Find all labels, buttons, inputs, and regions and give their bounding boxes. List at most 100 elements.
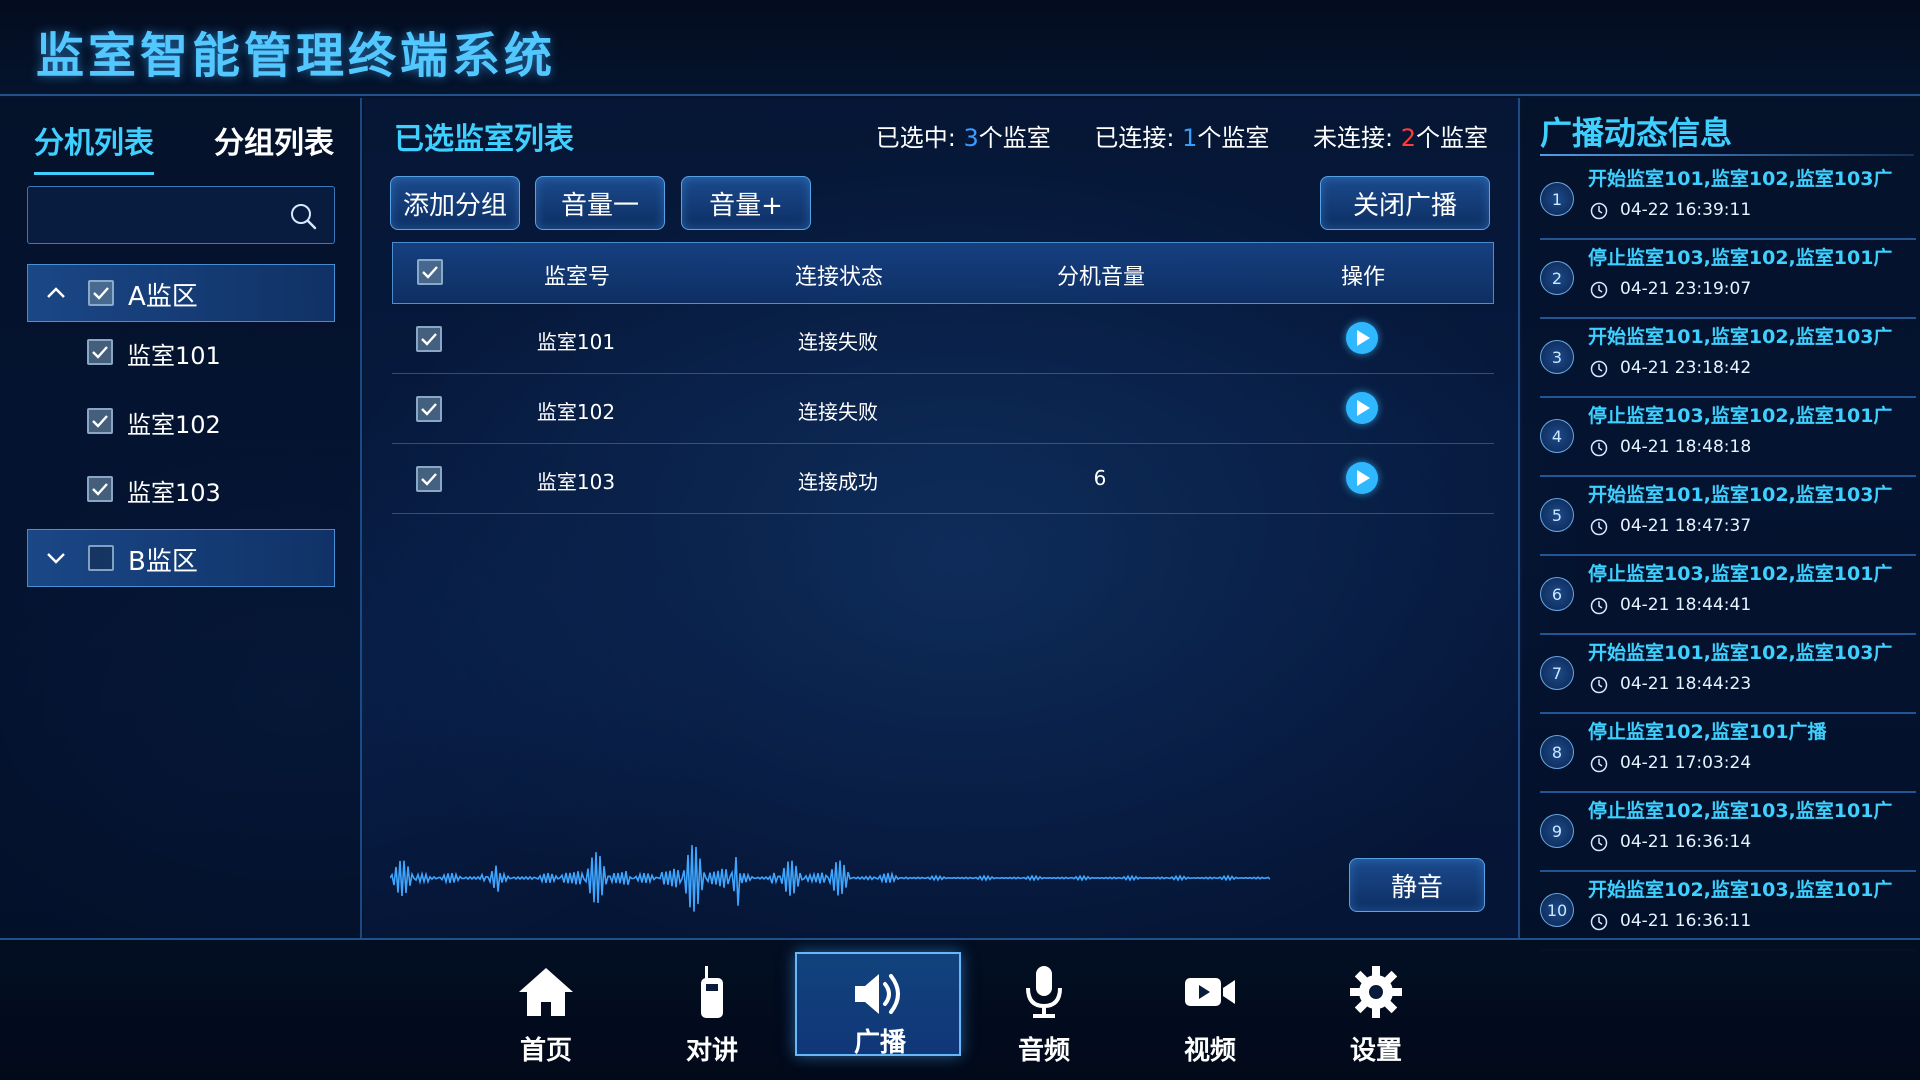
group-b-checkbox[interactable]	[88, 545, 114, 571]
add-group-button[interactable]: 添加分组	[390, 176, 520, 230]
room-101-label: 监室101	[127, 342, 221, 370]
clock-icon	[1590, 281, 1608, 299]
tree-item-room-102[interactable]: 监室102	[27, 397, 335, 445]
disconnected-count: 2	[1400, 124, 1416, 152]
chevron-down-icon[interactable]	[44, 546, 68, 570]
clock-icon	[1590, 597, 1608, 615]
clock-icon	[1590, 360, 1608, 378]
table-row[interactable]: 监室101 连接失败	[392, 304, 1494, 374]
room-102-label: 监室102	[127, 411, 221, 439]
tree-group-b[interactable]: B监区	[27, 529, 335, 587]
title-divider	[1540, 154, 1914, 156]
broadcast-event[interactable]: 2 停止监室103,监室102,监室101广 04-21 23:19:07	[1540, 241, 1916, 319]
cell-room: 监室102	[536, 400, 616, 424]
event-text: 开始监室101,监室102,监室103广	[1588, 642, 1893, 664]
nav-broadcast[interactable]: 广播	[795, 952, 961, 1058]
room-102-checkbox[interactable]	[87, 408, 113, 434]
event-text: 停止监室103,监室102,监室101广	[1588, 405, 1893, 427]
event-time: 04-22 16:39:11	[1620, 200, 1752, 220]
tree-item-room-103[interactable]: 监室103	[27, 465, 335, 513]
volume-down-button[interactable]: 音量一	[535, 176, 665, 230]
search-input[interactable]	[38, 195, 278, 235]
speaker-icon	[855, 974, 900, 1014]
event-time: 04-21 23:19:07	[1620, 279, 1752, 299]
play-button[interactable]	[1346, 392, 1378, 424]
selected-rooms-table: 监室号 连接状态 分机音量 操作 监室101 连接失败 监室102 连接失败 监…	[392, 242, 1494, 514]
broadcast-event[interactable]: 1 开始监室101,监室102,监室103广 04-22 16:39:11	[1540, 162, 1916, 240]
event-time: 04-21 18:44:23	[1620, 674, 1752, 694]
volume-up-button[interactable]: 音量+	[681, 176, 811, 230]
play-button[interactable]	[1346, 462, 1378, 494]
event-number: 9	[1540, 814, 1574, 848]
group-b-label: B监区	[128, 547, 198, 577]
event-number: 5	[1540, 498, 1574, 532]
close-broadcast-button[interactable]: 关闭广播	[1320, 176, 1490, 230]
nav-home[interactable]: 首页	[463, 952, 629, 1074]
event-time: 04-21 23:18:42	[1620, 358, 1752, 378]
stat-connected: 已连接: 1个监室	[1094, 124, 1270, 152]
nav-settings[interactable]: 设置	[1293, 952, 1459, 1074]
clock-icon	[1590, 676, 1608, 694]
event-number: 3	[1540, 340, 1574, 374]
mute-button[interactable]: 静音	[1349, 858, 1485, 912]
cell-status: 连接成功	[798, 470, 878, 494]
broadcast-event[interactable]: 8 停止监室102,监室101广播 04-21 17:03:24	[1540, 715, 1916, 793]
row-checkbox[interactable]	[416, 466, 442, 492]
check-icon	[421, 473, 437, 486]
select-all-checkbox[interactable]	[417, 259, 443, 285]
broadcast-event[interactable]: 4 停止监室103,监室102,监室101广 04-21 18:48:18	[1540, 399, 1916, 477]
event-text: 开始监室101,监室102,监室103广	[1588, 326, 1893, 348]
tree-item-room-101[interactable]: 监室101	[27, 328, 335, 376]
check-icon	[92, 415, 108, 428]
event-text: 开始监室101,监室102,监室103广	[1588, 168, 1893, 190]
nav-intercom[interactable]: 对讲	[629, 952, 795, 1074]
clock-icon	[1590, 202, 1608, 220]
event-number: 6	[1540, 577, 1574, 611]
event-text: 停止监室102,监室103,监室101广	[1588, 800, 1893, 822]
room-101-checkbox[interactable]	[87, 339, 113, 365]
event-text: 停止监室103,监室102,监室101广	[1588, 563, 1893, 585]
group-a-checkbox[interactable]	[88, 280, 114, 306]
event-number: 4	[1540, 419, 1574, 453]
event-number: 10	[1540, 893, 1574, 927]
room-103-checkbox[interactable]	[87, 476, 113, 502]
clock-icon	[1590, 913, 1608, 931]
cell-room: 监室101	[536, 330, 616, 354]
col-connection-status: 连接状态	[794, 265, 884, 290]
event-number: 7	[1540, 656, 1574, 690]
microphone-icon	[1026, 966, 1062, 1018]
audio-waveform	[390, 845, 1270, 912]
col-extension-volume: 分机音量	[1056, 265, 1146, 290]
search-icon[interactable]	[288, 201, 318, 231]
broadcast-event[interactable]: 9 停止监室102,监室103,监室101广 04-21 16:36:14	[1540, 794, 1916, 872]
check-icon	[93, 287, 109, 300]
play-icon	[1357, 400, 1370, 416]
cell-room: 监室103	[536, 470, 616, 494]
event-text: 开始监室101,监室102,监室103广	[1588, 484, 1893, 506]
event-time: 04-21 18:47:37	[1620, 516, 1752, 536]
gear-icon	[1350, 966, 1402, 1018]
broadcast-event[interactable]: 5 开始监室101,监室102,监室103广 04-21 18:47:37	[1540, 478, 1916, 556]
left-tabs: 分机列表 分组列表	[0, 118, 362, 178]
tab-extension-list[interactable]: 分机列表	[34, 118, 154, 175]
clock-icon	[1590, 518, 1608, 536]
nav-audio[interactable]: 音频	[961, 952, 1127, 1074]
table-row[interactable]: 监室102 连接失败	[392, 374, 1494, 444]
play-button[interactable]	[1346, 322, 1378, 354]
broadcast-event[interactable]: 7 开始监室101,监室102,监室103广 04-21 18:44:23	[1540, 636, 1916, 714]
event-time: 04-21 16:36:14	[1620, 832, 1752, 852]
row-checkbox[interactable]	[416, 396, 442, 422]
tree-group-a[interactable]: A监区	[27, 264, 335, 322]
connected-count: 1	[1182, 124, 1198, 152]
broadcast-event[interactable]: 3 开始监室101,监室102,监室103广 04-21 23:18:42	[1540, 320, 1916, 398]
table-header: 监室号 连接状态 分机音量 操作	[392, 242, 1494, 304]
tab-group-list[interactable]: 分组列表	[214, 118, 334, 172]
chevron-up-icon[interactable]	[44, 281, 68, 305]
broadcast-event[interactable]: 6 停止监室103,监室102,监室101广 04-21 18:44:41	[1540, 557, 1916, 635]
nav-video[interactable]: 视频	[1127, 952, 1293, 1074]
stat-disconnected: 未连接: 2个监室	[1313, 124, 1488, 152]
center-panel: 已选监室列表 已选中: 3个监室 已连接: 1个监室 未连接: 2个监室 添加分…	[364, 98, 1520, 938]
search-box	[27, 186, 335, 244]
row-checkbox[interactable]	[416, 326, 442, 352]
table-row[interactable]: 监室103 连接成功 6	[392, 444, 1494, 514]
